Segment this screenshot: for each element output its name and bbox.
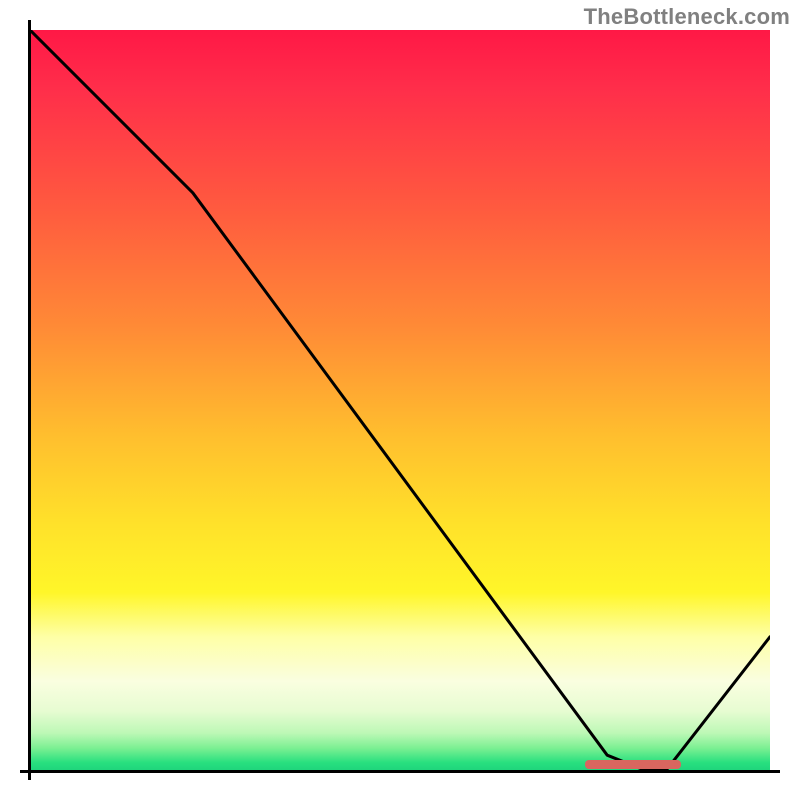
x-axis bbox=[20, 770, 780, 773]
chart-container: TheBottleneck.com bbox=[0, 0, 800, 800]
watermark-text: TheBottleneck.com bbox=[584, 4, 790, 30]
y-axis bbox=[28, 20, 31, 780]
optimal-range-highlight bbox=[585, 760, 681, 769]
plot-area bbox=[30, 30, 770, 770]
